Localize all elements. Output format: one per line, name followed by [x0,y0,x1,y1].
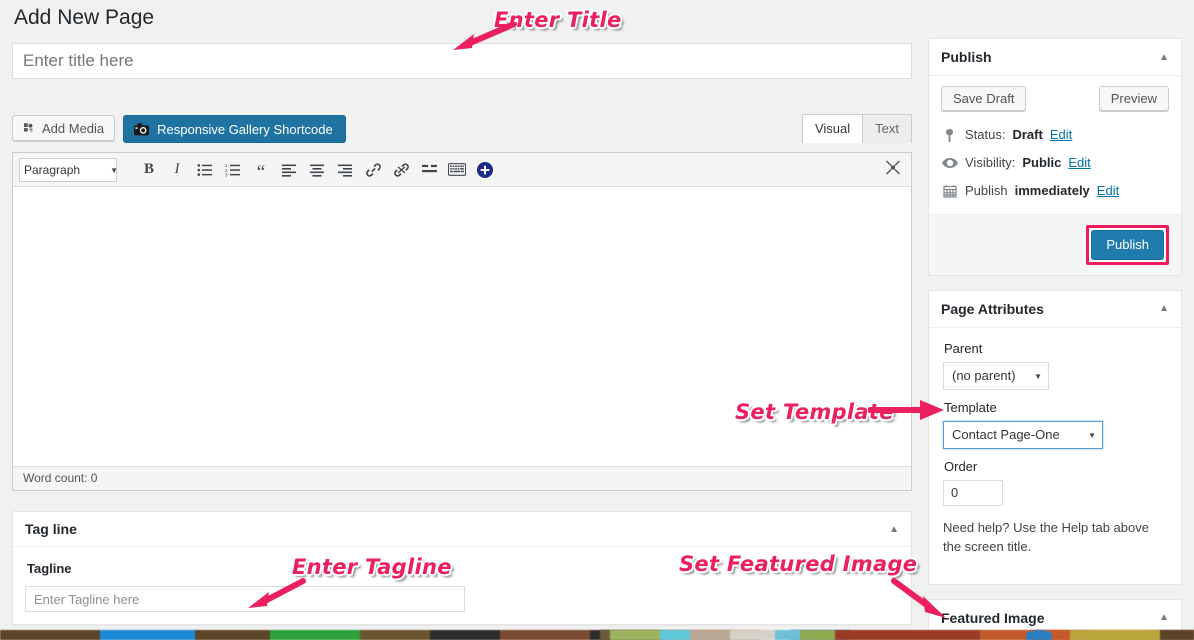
visibility-value: Public [1022,155,1062,171]
tagline-metabox: Tag line ▲ Tagline [12,511,912,626]
parent-select[interactable]: (no parent) [943,361,1049,390]
tab-text[interactable]: Text [862,114,912,144]
publish-metabox-title: Publish [941,49,992,65]
publish-major-actions: Publish [929,213,1181,275]
edit-schedule-link[interactable]: Edit [1097,182,1119,200]
preview-button[interactable]: Preview [1098,86,1169,111]
order-label: Order [944,458,978,474]
publish-button-highlight: Publish [1086,224,1169,265]
edit-visibility-link[interactable]: Edit [1068,154,1090,172]
media-buttons-bar: Add Media Responsive Gallery Shortcode V… [12,112,912,152]
post-status-pin-icon [941,128,958,143]
chevron-up-icon[interactable]: ▲ [1159,612,1169,623]
add-media-label: Add Media [42,120,105,136]
distraction-free-icon[interactable] [885,159,901,180]
wordpress-add-new-page-screen: Add New Page Add Media [0,0,1194,640]
page-attributes-metabox: Page Attributes ▲ Parent (no parent) ▼ T… [928,289,1182,585]
main-content-column: Add New Page Add Media [12,0,912,626]
page-attributes-title: Page Attributes [941,300,1044,317]
align-right-icon[interactable] [333,157,357,183]
post-title-field-wrapper[interactable] [12,43,912,80]
tagline-metabox-header[interactable]: Tag line ▲ [13,512,911,548]
parent-label: Parent [944,340,983,356]
order-input[interactable] [943,479,1003,506]
featured-image-title: Featured Image [941,609,1045,626]
tagline-field-label: Tagline [27,561,72,577]
chevron-up-icon[interactable]: ▲ [889,524,899,535]
edit-status-link[interactable]: Edit [1050,126,1072,144]
tagline-metabox-body: Tagline [13,547,911,624]
publish-metabox: Publish ▲ Save Draft Preview Status: Dra… [928,38,1182,276]
post-status-row: Status: Draft Edit [941,121,1169,149]
bulleted-list-icon[interactable] [193,157,217,183]
sidebar-column: Publish ▲ Save Draft Preview Status: Dra… [928,38,1182,640]
page-title: Add New Page [14,6,155,29]
editor-mode-tabs: Visual Text [801,114,912,144]
parent-select-wrapper[interactable]: (no parent) ▼ [943,361,1049,390]
calendar-icon [941,184,958,199]
editor-box: Paragraph ▼ B I 1 2 3 “ Word count: 0 [12,152,912,492]
bold-icon[interactable]: B [137,157,161,183]
add-media-button[interactable]: Add Media [12,115,116,142]
visibility-row: Visibility: Public Edit [941,149,1169,177]
toolbar-toggle-icon[interactable] [445,157,469,183]
editor-toolbar: Paragraph ▼ B I 1 2 3 “ [13,153,911,188]
chevron-up-icon[interactable]: ▲ [1159,52,1169,63]
tagline-metabox-title: Tag line [25,521,77,538]
camera-icon [133,122,150,137]
page-attributes-header[interactable]: Page Attributes ▲ [929,291,1181,328]
post-status-prefix: Status: [965,127,1006,142]
publish-metabox-body: Save Draft Preview Status: Draft Edit Vi… [929,76,1181,214]
save-draft-button[interactable]: Save Draft [941,86,1027,111]
visibility-eye-icon [941,157,958,169]
svg-text:3: 3 [225,172,228,177]
publish-metabox-header[interactable]: Publish ▲ [929,39,1181,76]
align-center-icon[interactable] [305,157,329,183]
media-library-icon [21,121,36,136]
unlink-icon[interactable] [389,157,413,183]
page-attributes-help-text: Need help? Use the Help tab above the sc… [943,519,1149,555]
template-select[interactable]: Contact Page-One [943,420,1103,449]
align-left-icon[interactable] [277,157,301,183]
publish-schedule-row: Publish immediately Edit [941,177,1169,205]
template-select-wrapper[interactable]: Contact Page-One ▼ [943,420,1103,449]
tagline-input[interactable] [25,586,465,613]
link-icon[interactable] [361,157,385,183]
italic-icon[interactable]: I [165,157,189,183]
insert-more-icon[interactable] [417,157,441,183]
publish-button[interactable]: Publish [1091,229,1164,260]
responsive-gallery-shortcode-label: Responsive Gallery Shortcode [157,121,333,137]
format-select-wrapper[interactable]: Paragraph ▼ [19,157,125,182]
visibility-prefix: Visibility: [965,155,1016,171]
background-photo-strip-right [600,630,1194,640]
blockquote-icon[interactable]: “ [249,157,273,183]
publish-schedule-prefix: Publish [965,183,1008,199]
tab-visual[interactable]: Visual [801,114,864,144]
publish-schedule-value: immediately [1014,183,1090,199]
word-count-status: Word count: 0 [13,466,911,491]
background-photo-accent [1026,630,1052,640]
post-status-value: Draft [1012,127,1043,142]
chevron-up-icon[interactable]: ▲ [1159,303,1169,314]
responsive-gallery-shortcode-button[interactable]: Responsive Gallery Shortcode [123,115,346,144]
editor-content-area[interactable] [13,187,911,467]
editor-container: Add Media Responsive Gallery Shortcode V… [12,112,912,492]
numbered-list-icon[interactable]: 1 2 3 [221,157,245,183]
add-block-icon[interactable] [473,157,497,183]
post-title-input[interactable] [13,44,911,79]
page-attributes-body: Parent (no parent) ▼ Template Contact Pa… [929,328,1181,584]
paragraph-format-select[interactable]: Paragraph [19,157,117,182]
publish-actions-row: Save Draft Preview [941,86,1169,111]
template-label: Template [944,399,997,415]
